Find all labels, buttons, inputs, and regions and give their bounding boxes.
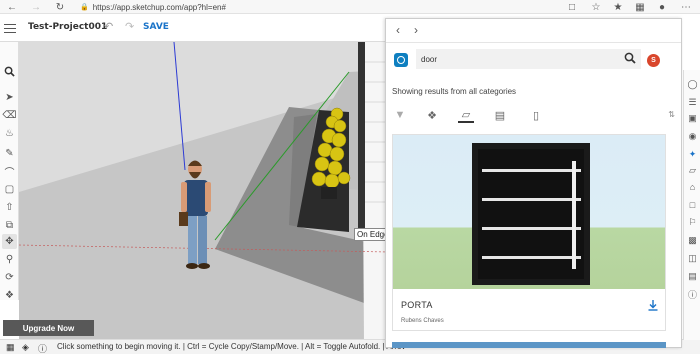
favorites-bar-icon[interactable]: ★ [612,0,624,14]
browser-toolbar: ← → ↻ 🔒 https://app.sketchup.com/app?hl=… [0,0,700,14]
door-thumbnail [472,143,590,285]
eraser-icon[interactable]: ⌫ [2,108,17,123]
extensions-icon[interactable]: ▦ [634,0,646,14]
redo-icon[interactable]: ↷ [125,20,134,33]
download-icon[interactable] [647,299,659,311]
chevron-left-icon[interactable]: ‹ [396,23,400,37]
forward-icon[interactable]: → [30,0,42,14]
back-icon[interactable]: ← [6,0,18,14]
globe-icon[interactable]: ◈ [22,342,29,353]
layers-icon[interactable]: ▦ [6,342,15,353]
sort-icon[interactable]: ⇅ [668,110,675,119]
tags-icon[interactable]: ⚐ [686,216,699,229]
lock-icon: 🔒 [80,4,89,11]
3d-viewport[interactable] [19,42,388,342]
move-icon[interactable]: ✥ [2,234,17,249]
address-text: https://app.sketchup.com/app?hl=en# [92,2,226,12]
warehouse-logo-icon [394,53,408,67]
entity-info-icon[interactable]: ◯ [686,78,699,91]
info-panel-icon[interactable]: ⓘ [686,288,699,301]
model-thumbnail[interactable] [393,135,665,289]
hamburger-menu-icon[interactable] [3,21,17,35]
rectangle-icon[interactable]: ▢ [2,182,17,197]
materials-filter-icon[interactable]: ▤ [492,107,508,123]
orbit-icon[interactable]: ⟳ [2,270,17,285]
favorites-icon[interactable]: ☆ [590,0,602,14]
paint-bucket-icon[interactable]: ♨ [2,126,17,141]
collections-icon[interactable]: □ [566,0,578,14]
results-label: Showing results from all categories [392,87,517,96]
search-tool-icon[interactable] [2,64,17,79]
chevron-right-icon[interactable]: › [414,23,418,37]
catalogs-filter-icon[interactable]: ▯ [528,107,544,123]
styles-icon[interactable]: ▩ [686,234,699,247]
search-input[interactable] [416,49,641,69]
models-filter-icon[interactable]: ▱ [458,107,474,123]
avatar[interactable]: S [647,54,660,67]
refresh-icon[interactable]: ↻ [54,0,66,14]
app-header: Test-Project001 ↶ ↷ SAVE [0,14,388,42]
walk-icon[interactable]: ❖ [2,288,17,303]
components-filter-icon[interactable]: ❖ [424,107,440,123]
left-toolbar: ➤ ⌫ ♨ ✎ ⌒ ▢ ⇧ ⧉ ✥ ⚲ ⟳ ❖ [0,42,19,303]
select-icon[interactable]: ➤ [2,90,17,105]
scenes-icon[interactable]: ◫ [686,252,699,265]
project-title[interactable]: Test-Project001 [28,22,107,32]
search-icon[interactable] [624,52,636,64]
address-bar[interactable]: 🔒 https://app.sketchup.com/app?hl=en# [80,1,600,13]
save-button[interactable]: SAVE [143,22,169,32]
right-panel-toolbar: ◯ ☰ ▣ ◉ ✦ ▱ ⌂ □ ⚐ ▩ ◫ ▤ ⓘ [683,70,700,340]
more-icon[interactable]: ⋯ [680,0,692,14]
upgrade-now-button[interactable]: Upgrade Now [3,320,94,336]
components-icon[interactable]: ✦ [686,148,699,161]
pencil-icon[interactable]: ✎ [2,146,17,161]
info-icon[interactable]: ⓘ [38,342,47,354]
outliner-icon[interactable]: ☰ [686,96,699,109]
push-pull-icon[interactable]: ⇧ [2,200,17,215]
next-result-card[interactable] [392,342,666,348]
search-row: S [386,44,681,74]
tape-measure-icon[interactable]: ⚲ [2,252,17,267]
3d-warehouse-icon[interactable]: □ [686,198,699,211]
result-title[interactable]: PORTA [401,300,433,310]
solid-tools-icon[interactable]: ▱ [686,164,699,177]
undo-icon[interactable]: ↶ [104,20,113,33]
instructor-icon[interactable]: ▣ [686,112,699,125]
result-card[interactable]: PORTA Rubens Chaves [392,134,666,331]
panel-navigation: ‹ › [386,19,681,43]
status-text: Click something to begin moving it. | Ct… [57,342,406,351]
model-scene [19,42,388,342]
display-icon[interactable]: ▤ [686,270,699,283]
result-author[interactable]: Rubens Chaves [401,318,444,324]
materials-icon[interactable]: ◉ [686,130,699,143]
offset-icon[interactable]: ⧉ [2,218,17,233]
3d-warehouse-panel: ‹ › S Showing results from all categorie… [385,18,682,348]
home-icon[interactable]: ⌂ [686,180,699,193]
filter-row: ▼ ❖ ▱ ▤ ▯ ⇅ [386,104,681,126]
arc-icon[interactable]: ⌒ [2,164,17,179]
profile-icon[interactable]: ● [656,0,668,14]
filter-icon[interactable]: ▼ [392,107,408,123]
